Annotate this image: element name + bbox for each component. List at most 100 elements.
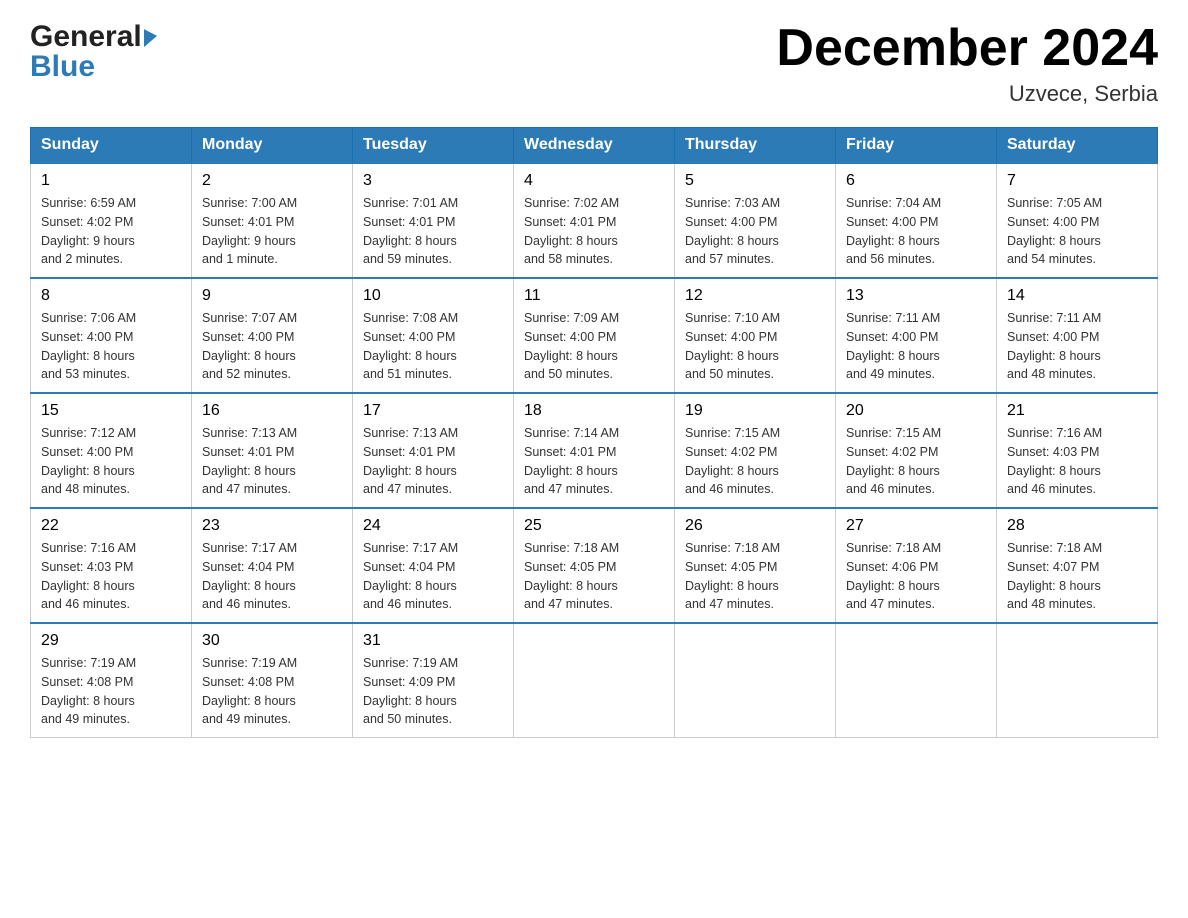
day-number: 7 (1007, 172, 1147, 190)
day-number: 14 (1007, 287, 1147, 305)
calendar-week-row: 1 Sunrise: 6:59 AMSunset: 4:02 PMDaylight… (31, 163, 1158, 278)
day-info: Sunrise: 7:05 AMSunset: 4:00 PMDaylight:… (1007, 194, 1147, 269)
calendar-cell: 22 Sunrise: 7:16 AMSunset: 4:03 PMDayligh… (31, 508, 192, 623)
day-info: Sunrise: 7:19 AMSunset: 4:08 PMDaylight:… (41, 654, 181, 729)
page-header: General Blue December 2024 Uzvece, Serbi… (30, 20, 1158, 107)
day-number: 19 (685, 402, 825, 420)
calendar-cell: 18 Sunrise: 7:14 AMSunset: 4:01 PMDayligh… (514, 393, 675, 508)
calendar-week-row: 29 Sunrise: 7:19 AMSunset: 4:08 PMDayligh… (31, 623, 1158, 738)
calendar-cell: 8 Sunrise: 7:06 AMSunset: 4:00 PMDaylight… (31, 278, 192, 393)
day-info: Sunrise: 7:18 AMSunset: 4:05 PMDaylight:… (524, 539, 664, 614)
day-info: Sunrise: 7:00 AMSunset: 4:01 PMDaylight:… (202, 194, 342, 269)
day-number: 29 (41, 632, 181, 650)
weekday-header-monday: Monday (192, 128, 353, 164)
day-info: Sunrise: 7:03 AMSunset: 4:00 PMDaylight:… (685, 194, 825, 269)
day-number: 23 (202, 517, 342, 535)
calendar-cell: 29 Sunrise: 7:19 AMSunset: 4:08 PMDayligh… (31, 623, 192, 738)
logo: General Blue (30, 20, 157, 84)
calendar-week-row: 15 Sunrise: 7:12 AMSunset: 4:00 PMDayligh… (31, 393, 1158, 508)
day-number: 8 (41, 287, 181, 305)
day-number: 15 (41, 402, 181, 420)
calendar-cell: 28 Sunrise: 7:18 AMSunset: 4:07 PMDayligh… (997, 508, 1158, 623)
day-number: 9 (202, 287, 342, 305)
day-info: Sunrise: 7:14 AMSunset: 4:01 PMDaylight:… (524, 424, 664, 499)
day-number: 11 (524, 287, 664, 305)
calendar-cell: 7 Sunrise: 7:05 AMSunset: 4:00 PMDaylight… (997, 163, 1158, 278)
day-number: 28 (1007, 517, 1147, 535)
month-title: December 2024 (776, 20, 1158, 77)
calendar-cell (836, 623, 997, 738)
calendar-cell: 17Sunrise: 7:13 AMSunset: 4:01 PMDayligh… (353, 393, 514, 508)
calendar-cell: 2 Sunrise: 7:00 AMSunset: 4:01 PMDaylight… (192, 163, 353, 278)
calendar-cell: 10 Sunrise: 7:08 AMSunset: 4:00 PMDayligh… (353, 278, 514, 393)
weekday-header-row: SundayMondayTuesdayWednesdayThursdayFrid… (31, 128, 1158, 164)
calendar-header: SundayMondayTuesdayWednesdayThursdayFrid… (31, 128, 1158, 164)
calendar-cell: 27Sunrise: 7:18 AMSunset: 4:06 PMDayligh… (836, 508, 997, 623)
calendar-week-row: 8 Sunrise: 7:06 AMSunset: 4:00 PMDaylight… (31, 278, 1158, 393)
calendar-cell: 4Sunrise: 7:02 AMSunset: 4:01 PMDaylight… (514, 163, 675, 278)
day-number: 22 (41, 517, 181, 535)
day-number: 1 (41, 172, 181, 190)
weekday-header-friday: Friday (836, 128, 997, 164)
calendar-cell: 14Sunrise: 7:11 AMSunset: 4:00 PMDayligh… (997, 278, 1158, 393)
calendar-cell: 12 Sunrise: 7:10 AMSunset: 4:00 PMDayligh… (675, 278, 836, 393)
day-number: 30 (202, 632, 342, 650)
day-info: Sunrise: 7:16 AMSunset: 4:03 PMDaylight:… (1007, 424, 1147, 499)
day-info: Sunrise: 7:15 AMSunset: 4:02 PMDaylight:… (846, 424, 986, 499)
calendar-cell: 5 Sunrise: 7:03 AMSunset: 4:00 PMDaylight… (675, 163, 836, 278)
day-info: Sunrise: 7:11 AMSunset: 4:00 PMDaylight:… (846, 309, 986, 384)
day-number: 2 (202, 172, 342, 190)
day-number: 26 (685, 517, 825, 535)
calendar-cell: 21 Sunrise: 7:16 AMSunset: 4:03 PMDayligh… (997, 393, 1158, 508)
weekday-header-saturday: Saturday (997, 128, 1158, 164)
calendar-cell: 24Sunrise: 7:17 AMSunset: 4:04 PMDayligh… (353, 508, 514, 623)
weekday-header-tuesday: Tuesday (353, 128, 514, 164)
day-number: 21 (1007, 402, 1147, 420)
day-info: Sunrise: 7:13 AMSunset: 4:01 PMDaylight:… (363, 424, 503, 499)
day-info: Sunrise: 7:06 AMSunset: 4:00 PMDaylight:… (41, 309, 181, 384)
calendar-body: 1 Sunrise: 6:59 AMSunset: 4:02 PMDaylight… (31, 163, 1158, 738)
calendar-cell (997, 623, 1158, 738)
day-number: 24 (363, 517, 503, 535)
weekday-header-thursday: Thursday (675, 128, 836, 164)
day-info: Sunrise: 7:15 AMSunset: 4:02 PMDaylight:… (685, 424, 825, 499)
day-info: Sunrise: 7:04 AMSunset: 4:00 PMDaylight:… (846, 194, 986, 269)
day-info: Sunrise: 7:13 AMSunset: 4:01 PMDaylight:… (202, 424, 342, 499)
calendar-table: SundayMondayTuesdayWednesdayThursdayFrid… (30, 127, 1158, 738)
day-number: 5 (685, 172, 825, 190)
location-title: Uzvece, Serbia (776, 81, 1158, 107)
day-info: Sunrise: 6:59 AMSunset: 4:02 PMDaylight:… (41, 194, 181, 269)
day-number: 20 (846, 402, 986, 420)
calendar-cell: 26Sunrise: 7:18 AMSunset: 4:05 PMDayligh… (675, 508, 836, 623)
day-info: Sunrise: 7:10 AMSunset: 4:00 PMDaylight:… (685, 309, 825, 384)
weekday-header-sunday: Sunday (31, 128, 192, 164)
day-number: 18 (524, 402, 664, 420)
weekday-header-wednesday: Wednesday (514, 128, 675, 164)
calendar-cell: 1 Sunrise: 6:59 AMSunset: 4:02 PMDaylight… (31, 163, 192, 278)
day-number: 13 (846, 287, 986, 305)
day-number: 16 (202, 402, 342, 420)
calendar-cell: 20 Sunrise: 7:15 AMSunset: 4:02 PMDayligh… (836, 393, 997, 508)
day-info: Sunrise: 7:18 AMSunset: 4:06 PMDaylight:… (846, 539, 986, 614)
logo-arrow-icon (144, 27, 157, 47)
calendar-cell: 16 Sunrise: 7:13 AMSunset: 4:01 PMDayligh… (192, 393, 353, 508)
calendar-cell: 31Sunrise: 7:19 AMSunset: 4:09 PMDayligh… (353, 623, 514, 738)
calendar-cell: 15 Sunrise: 7:12 AMSunset: 4:00 PMDayligh… (31, 393, 192, 508)
day-info: Sunrise: 7:08 AMSunset: 4:00 PMDaylight:… (363, 309, 503, 384)
day-number: 4 (524, 172, 664, 190)
day-number: 10 (363, 287, 503, 305)
day-info: Sunrise: 7:16 AMSunset: 4:03 PMDaylight:… (41, 539, 181, 614)
day-number: 12 (685, 287, 825, 305)
day-info: Sunrise: 7:12 AMSunset: 4:00 PMDaylight:… (41, 424, 181, 499)
calendar-cell (675, 623, 836, 738)
day-number: 3 (363, 172, 503, 190)
day-number: 31 (363, 632, 503, 650)
calendar-cell: 25Sunrise: 7:18 AMSunset: 4:05 PMDayligh… (514, 508, 675, 623)
day-info: Sunrise: 7:18 AMSunset: 4:07 PMDaylight:… (1007, 539, 1147, 614)
calendar-week-row: 22 Sunrise: 7:16 AMSunset: 4:03 PMDayligh… (31, 508, 1158, 623)
day-info: Sunrise: 7:07 AMSunset: 4:00 PMDaylight:… (202, 309, 342, 384)
calendar-cell: 9 Sunrise: 7:07 AMSunset: 4:00 PMDaylight… (192, 278, 353, 393)
calendar-cell: 11 Sunrise: 7:09 AMSunset: 4:00 PMDayligh… (514, 278, 675, 393)
calendar-cell: 3Sunrise: 7:01 AMSunset: 4:01 PMDaylight… (353, 163, 514, 278)
day-info: Sunrise: 7:09 AMSunset: 4:00 PMDaylight:… (524, 309, 664, 384)
